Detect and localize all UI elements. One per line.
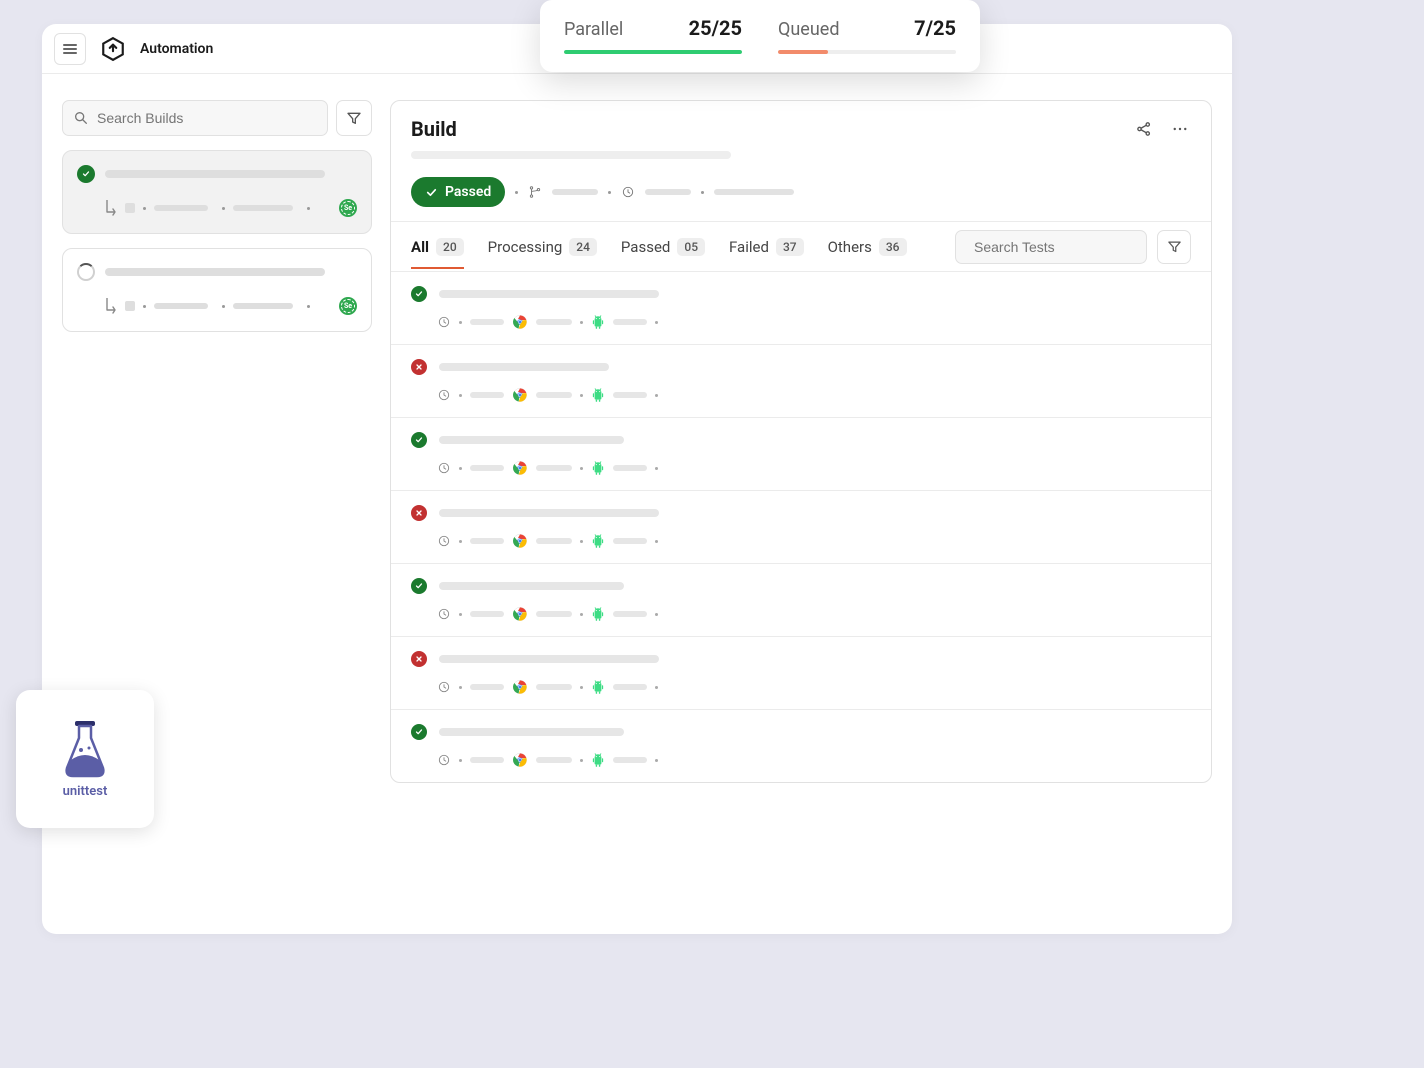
test-row[interactable] [391,637,1211,710]
tab-label: Passed [621,238,670,256]
queue-panel: Parallel 25/25 Queued 7/25 [540,0,980,72]
test-row[interactable] [391,418,1211,491]
status-pill: Passed [411,177,505,207]
test-row[interactable] [391,491,1211,564]
unittest-label: unittest [63,784,108,799]
clock-icon [437,607,451,621]
search-builds-input[interactable] [62,100,328,136]
search-icon [73,110,89,126]
status-pass-icon [411,432,427,448]
sidebar: Se Se [62,100,372,783]
tab-bar: All 20 Processing 24 Passed 05 Failed 37 Others 3… [391,222,1211,272]
branch-icon [528,185,542,199]
queue-parallel-value: 25/25 [689,16,742,40]
chrome-icon [512,387,528,403]
selenium-icon: Se [339,297,357,315]
queue-queued-label: Queued [778,19,839,40]
tree-icon [105,200,117,216]
content-area: Se Se Build [42,74,1232,803]
clock-icon [437,461,451,475]
chrome-icon [512,606,528,622]
chrome-icon [512,460,528,476]
status-pass-icon [411,578,427,594]
app-title: Automation [140,41,213,57]
more-button[interactable] [1169,118,1191,140]
test-row[interactable] [391,564,1211,637]
tab-label: Processing [488,238,563,256]
status-fail-icon [411,505,427,521]
chrome-icon [512,533,528,549]
clock-icon [437,388,451,402]
status-pass-icon [77,165,95,183]
tab-count: 36 [879,238,907,256]
build-meta: Passed [411,177,1191,207]
unittest-badge-card: unittest [16,690,154,828]
status-pass-icon [411,286,427,302]
flask-icon [63,720,107,778]
queue-parallel-label: Parallel [564,19,623,40]
chrome-icon [512,752,528,768]
chrome-icon [512,679,528,695]
android-icon [591,752,605,768]
chrome-icon [512,314,528,330]
main-panel: Build [390,100,1212,783]
build-card[interactable]: Se [62,248,372,332]
status-pass-icon [411,724,427,740]
filter-icon [1167,239,1182,254]
status-fail-icon [411,359,427,375]
queue-queued-value: 7/25 [914,16,956,40]
tab-processing[interactable]: Processing 24 [488,226,597,268]
app-window: Automation Se Se Build [42,24,1232,934]
tab-label: All [411,238,429,256]
menu-button[interactable] [54,33,86,65]
tab-count: 05 [677,238,705,256]
clock-icon [437,534,451,548]
clock-icon [437,315,451,329]
tab-label: Failed [729,238,769,256]
tab-passed[interactable]: Passed 05 [621,226,705,268]
tab-count: 24 [569,238,597,256]
tab-failed[interactable]: Failed 37 [729,226,804,268]
dots-icon [1171,120,1189,138]
android-icon [591,460,605,476]
filter-icon [346,110,362,126]
test-row[interactable] [391,272,1211,345]
app-logo-icon [100,36,126,62]
status-running-icon [77,263,95,281]
tree-icon [105,298,117,314]
tab-all[interactable]: All 20 [411,226,464,268]
android-icon [591,387,605,403]
tab-count: 37 [776,238,804,256]
android-icon [591,606,605,622]
clock-icon [437,680,451,694]
filter-builds-button[interactable] [336,100,372,136]
clock-icon [437,753,451,767]
page-title: Build [411,117,457,141]
tab-others[interactable]: Others 36 [828,226,907,268]
status-fail-icon [411,651,427,667]
clock-icon [621,185,635,199]
android-icon [591,533,605,549]
share-button[interactable] [1133,118,1155,140]
tab-count: 20 [436,238,464,256]
queue-queued: Queued 7/25 [778,16,956,54]
build-subtitle-skeleton [411,151,731,159]
filter-tests-button[interactable] [1157,230,1191,264]
test-row[interactable] [391,345,1211,418]
search-tests-input[interactable] [955,230,1147,264]
check-icon [425,186,438,199]
tab-label: Others [828,238,872,256]
selenium-icon: Se [339,199,357,217]
queue-parallel: Parallel 25/25 [564,16,742,54]
android-icon [591,679,605,695]
test-row[interactable] [391,710,1211,782]
build-card[interactable]: Se [62,150,372,234]
share-icon [1135,120,1153,138]
android-icon [591,314,605,330]
hamburger-icon [63,44,77,54]
